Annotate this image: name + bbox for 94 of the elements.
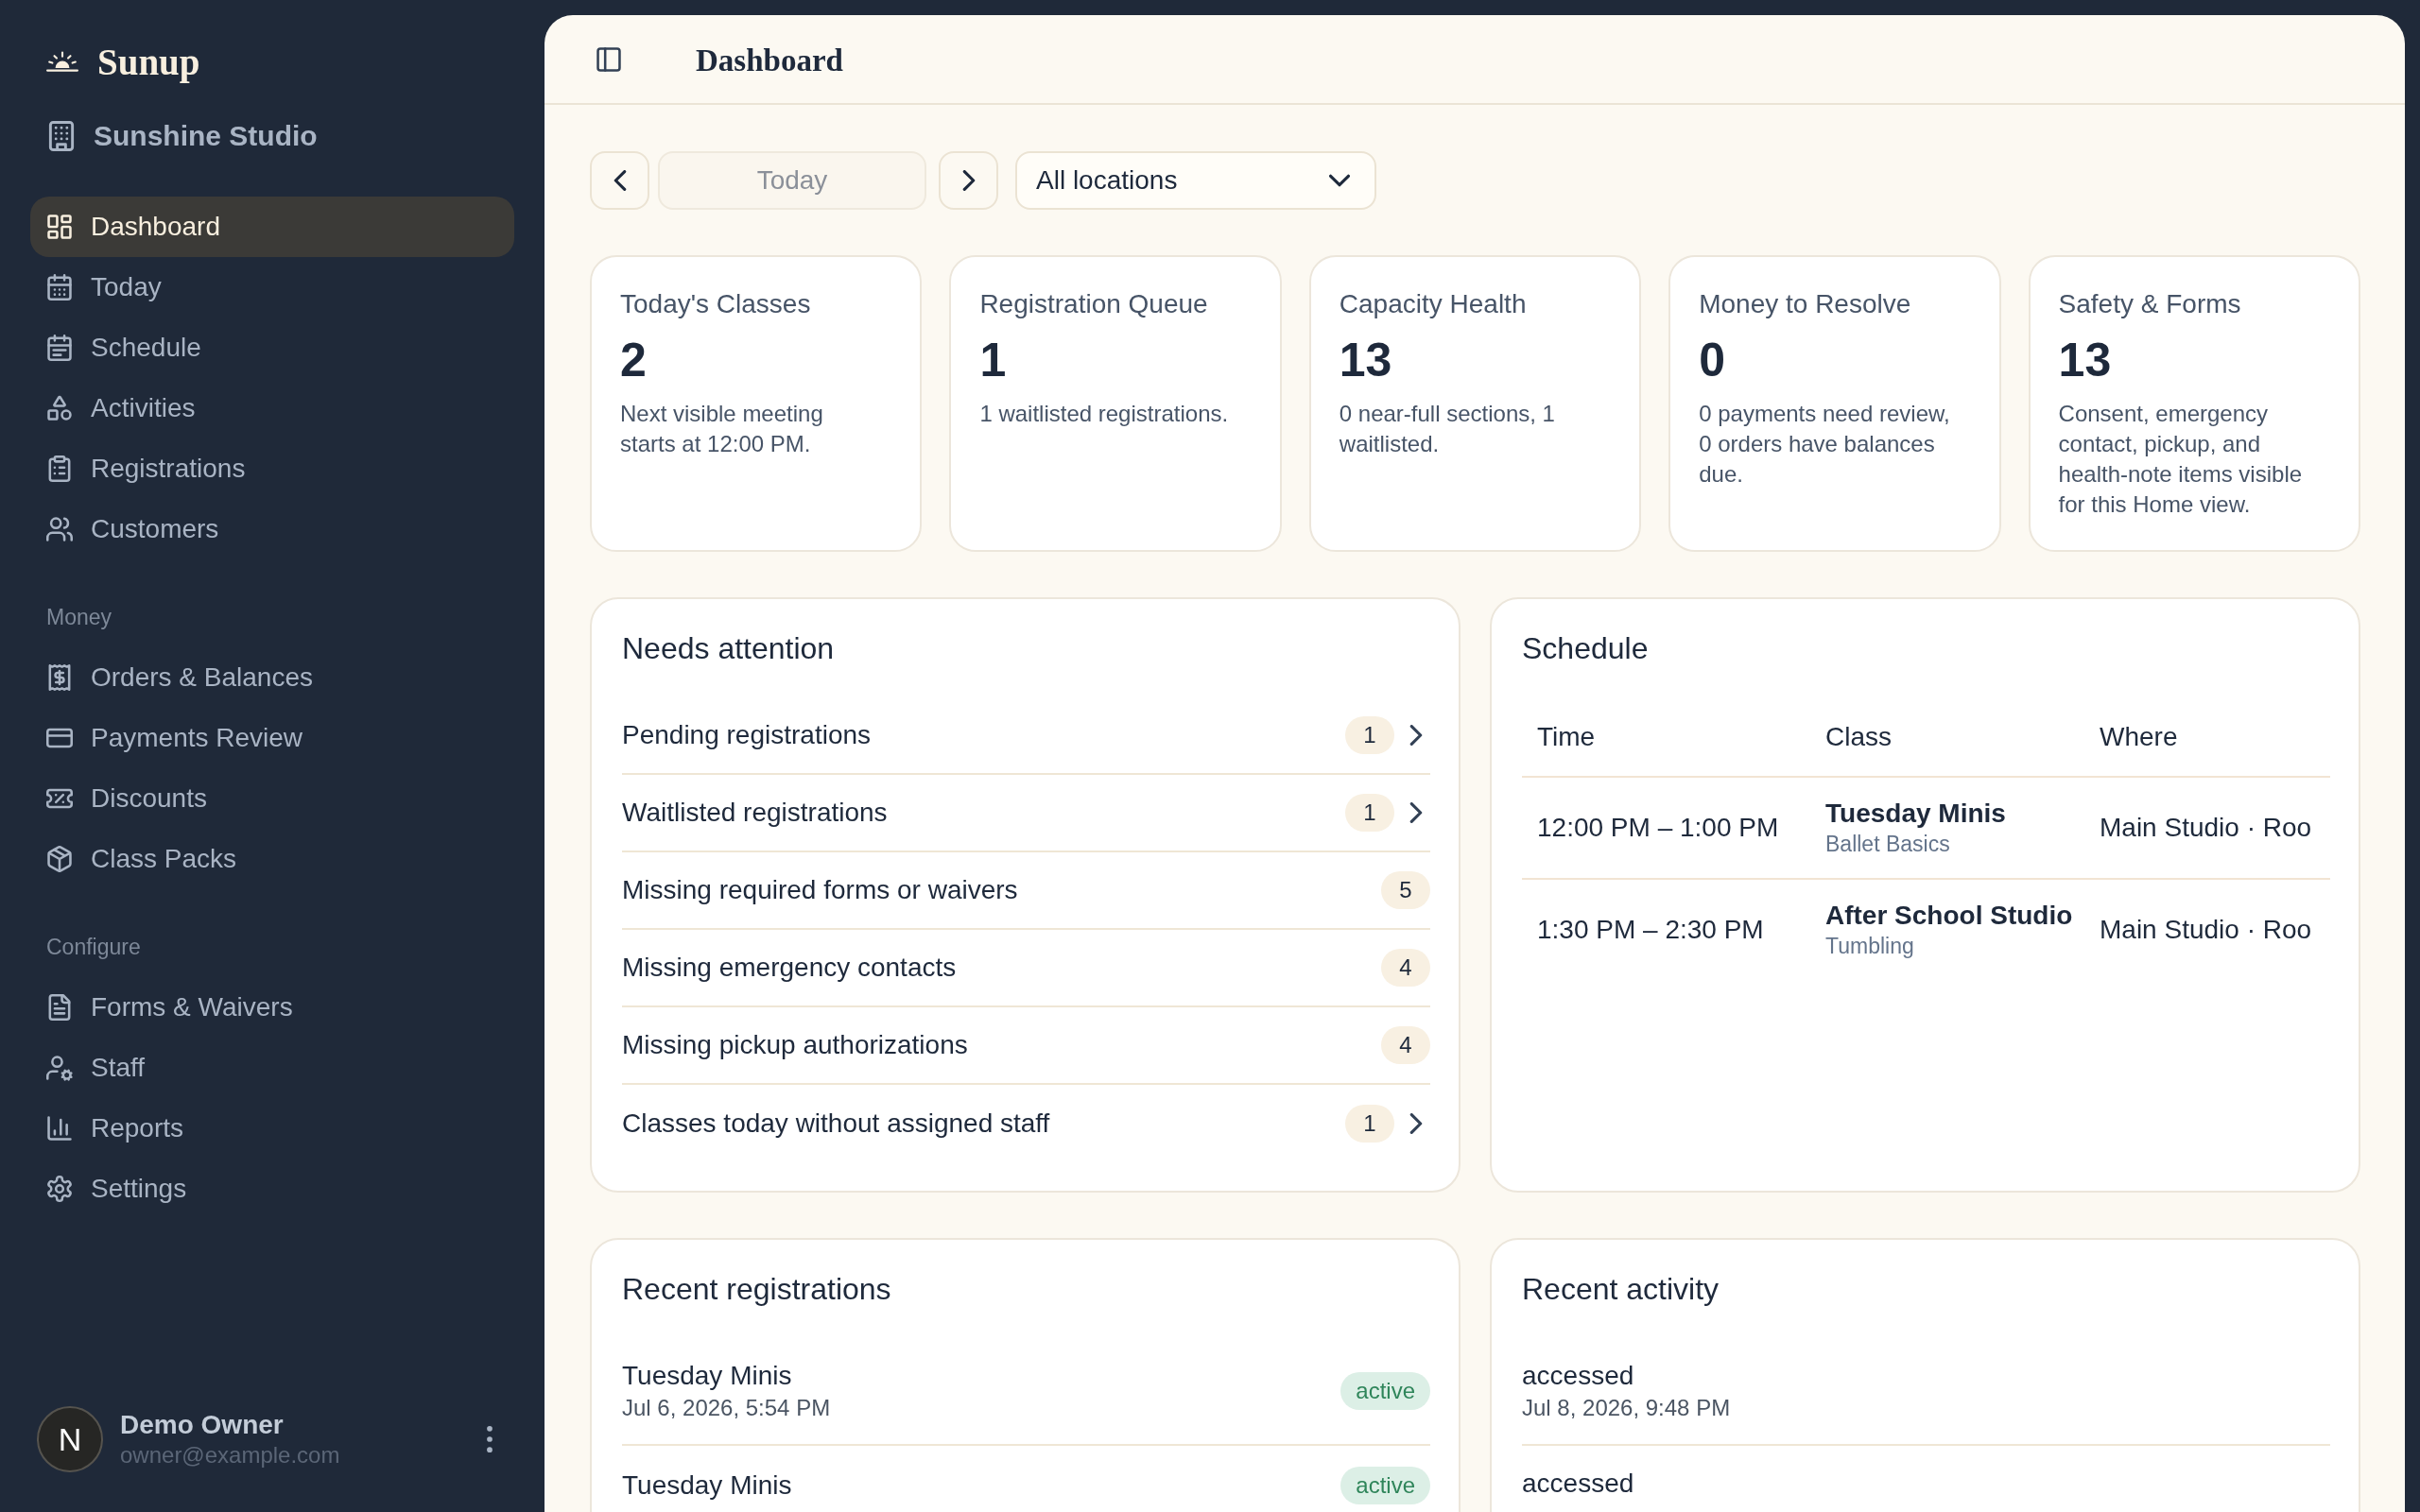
calendar-icon — [46, 274, 73, 301]
stat-note: Next visible meeting starts at 12:00 PM. — [620, 400, 824, 458]
nav-item[interactable]: Payments Review — [30, 708, 514, 768]
nav-item[interactable]: Reports — [30, 1098, 514, 1159]
stat-note: 0 near-full sections, 1 waitlisted. — [1339, 400, 1556, 458]
stat-value: 2 — [620, 333, 647, 388]
sidebar-toggle-icon[interactable] — [596, 45, 622, 73]
stat-label: Capacity Health — [1339, 288, 1527, 320]
activity-action: accessed — [1522, 1468, 1634, 1500]
registration-title: Tuesday Minis — [622, 1469, 792, 1502]
class-name: Tuesday Minis — [1825, 798, 2006, 830]
activity-name: Tumbling — [1825, 933, 1914, 960]
registration-date: Jul 6, 2026, 5:54 PM — [622, 1394, 831, 1422]
shapes-icon — [46, 395, 73, 421]
nav-item[interactable]: Customers — [30, 499, 514, 559]
calendar-icon — [46, 335, 73, 361]
clipboard-icon — [46, 455, 73, 482]
nav-item[interactable]: Today — [30, 257, 514, 318]
receipt-icon — [46, 664, 73, 691]
attention-label: Missing pickup authorizations — [622, 1030, 968, 1060]
stat-label: Safety & Forms — [2058, 288, 2241, 320]
chevron-right-icon[interactable] — [1408, 802, 1425, 823]
building-icon — [46, 120, 77, 152]
stat-value: 13 — [1339, 333, 1392, 388]
panel-title: Recent registrations — [622, 1271, 891, 1308]
chevron-right-icon[interactable] — [1408, 725, 1425, 746]
time-cell: 12:00 PM – 1:00 PM — [1537, 813, 1779, 843]
nav-item[interactable]: Staff — [30, 1038, 514, 1098]
column-header: Time — [1537, 721, 1596, 752]
panel-title: Needs attention — [622, 630, 835, 667]
panel-title: Schedule — [1522, 630, 1649, 667]
user-gear-icon — [46, 1055, 73, 1081]
registration-title: Tuesday Minis — [622, 1360, 792, 1392]
page-title: Dashboard — [696, 43, 843, 78]
bar-chart-icon — [46, 1115, 73, 1142]
nav-item[interactable]: Dashboard — [30, 197, 514, 257]
attention-label: Missing required forms or waivers — [622, 875, 1018, 905]
nav-item[interactable]: Settings — [30, 1159, 514, 1219]
panel-title: Recent activity — [1522, 1271, 1720, 1308]
more-icon[interactable] — [486, 1426, 493, 1452]
class-name: After School Studio — [1825, 900, 2073, 932]
attention-label: Waitlisted registrations — [622, 798, 888, 828]
column-header: Where — [2100, 721, 2178, 752]
stat-value: 0 — [1699, 333, 1725, 388]
activity-action: accessed — [1522, 1360, 1634, 1392]
count-badge: 1 — [1345, 794, 1394, 832]
users-icon — [46, 516, 73, 542]
count-badge: 1 — [1345, 716, 1394, 754]
nav-item[interactable]: Orders & Balances — [30, 647, 514, 708]
workspace-name: Sunshine Studio — [94, 120, 318, 152]
box-icon — [46, 846, 73, 872]
count-badge: 1 — [1345, 1105, 1394, 1143]
attention-label: Missing emergency contacts — [622, 953, 957, 983]
previous-button[interactable] — [590, 151, 649, 210]
column-header: Class — [1825, 721, 1892, 752]
nav-item[interactable]: Schedule — [30, 318, 514, 378]
attention-label: Classes today without assigned staff — [622, 1108, 1050, 1139]
next-button[interactable] — [939, 151, 998, 210]
activity-name: Ballet Basics — [1825, 831, 1950, 858]
count-badge: 5 — [1381, 871, 1430, 909]
nav-item[interactable]: Class Packs — [30, 829, 514, 889]
location-cell: Main Studio · Roo — [2100, 915, 2312, 945]
stat-note: Consent, emergency contact, pickup, and health-note items visible for this Home view. — [2058, 400, 2304, 519]
time-cell: 1:30 PM – 2:30 PM — [1537, 915, 1764, 945]
chevron-right-icon[interactable] — [1408, 1113, 1425, 1134]
settings-icon — [46, 1176, 73, 1202]
nav-item[interactable]: Forms & Waivers — [30, 977, 514, 1038]
stat-label: Money to Resolve — [1699, 288, 1911, 320]
count-badge: 4 — [1381, 1026, 1430, 1064]
status-badge: active — [1340, 1467, 1430, 1504]
nav-item[interactable]: Discounts — [30, 768, 514, 829]
stat-value: 1 — [979, 333, 1007, 388]
brand-name: Sunup — [97, 40, 200, 83]
document-icon — [46, 994, 73, 1021]
user-name: Demo Owner — [120, 1410, 284, 1440]
stat-value: 13 — [2058, 333, 2112, 388]
stat-note: 0 payments need review, 0 orders have balances due. — [1699, 400, 1951, 489]
stat-label: Registration Queue — [979, 288, 1208, 320]
status-badge: active — [1340, 1372, 1430, 1410]
count-badge: 4 — [1381, 949, 1430, 987]
section-heading: Configure — [45, 934, 141, 961]
avatar[interactable]: N — [37, 1406, 103, 1472]
user-email: owner@example.com — [120, 1442, 340, 1469]
attention-label: Pending registrations — [622, 720, 872, 750]
nav-item[interactable]: Activities — [30, 378, 514, 438]
layout-grid-icon — [46, 214, 73, 240]
stat-note: 1 waitlisted registrations. — [979, 400, 1229, 428]
sunrise-icon — [46, 49, 78, 74]
location-cell: Main Studio · Roo — [2100, 813, 2312, 843]
nav-item[interactable]: Registrations — [30, 438, 514, 499]
location-select[interactable]: All locations — [1015, 151, 1376, 210]
activity-date: Jul 8, 2026, 9:48 PM — [1522, 1394, 1731, 1422]
section-heading: Money — [45, 604, 112, 631]
stat-label: Today's Classes — [620, 288, 811, 320]
